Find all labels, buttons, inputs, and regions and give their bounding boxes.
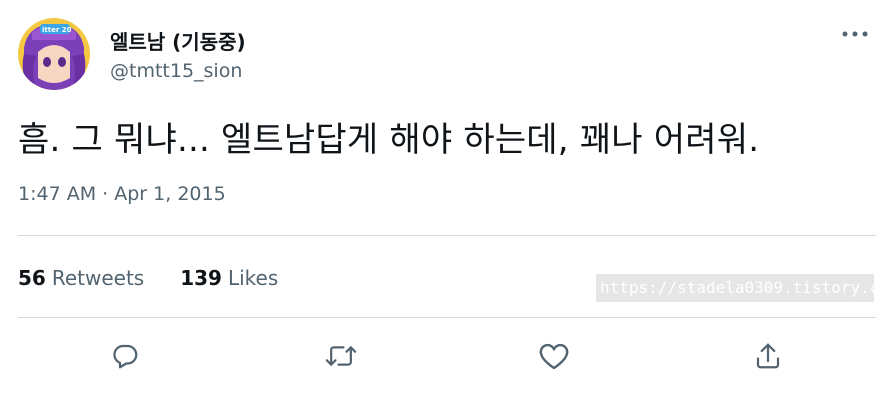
likes-stat[interactable]: 139 Likes xyxy=(180,266,278,290)
engagement-stats: 56 Retweets 139 Likes xyxy=(18,266,278,290)
tweet-date[interactable]: Apr 1, 2015 xyxy=(114,183,225,205)
like-icon xyxy=(539,343,569,370)
retweets-label: Retweets xyxy=(51,266,145,290)
avatar-image: itter 20 xyxy=(18,18,90,90)
share-icon xyxy=(756,343,780,369)
retweets-count: 56 xyxy=(18,266,46,290)
avatar-badge-text: itter 20 xyxy=(42,26,72,34)
avatar[interactable]: itter 20 xyxy=(18,18,90,90)
retweet-button[interactable] xyxy=(321,336,361,376)
likes-count: 139 xyxy=(180,266,222,290)
author-display-name[interactable]: 엘트남 (기동중) xyxy=(110,26,246,55)
retweets-stat[interactable]: 56 Retweets xyxy=(18,266,144,290)
divider-bottom xyxy=(18,317,876,318)
retweet-icon xyxy=(325,346,357,366)
reply-button[interactable] xyxy=(105,336,145,376)
tweet-meta: 1:47 AM · Apr 1, 2015 xyxy=(18,183,226,205)
tweet-time[interactable]: 1:47 AM xyxy=(18,183,96,205)
likes-label: Likes xyxy=(227,266,279,290)
like-button[interactable] xyxy=(534,336,574,376)
author-handle[interactable]: @tmtt15_sion xyxy=(110,60,242,82)
more-options-button[interactable] xyxy=(838,22,872,46)
tweet-text: 흠. 그 뭐냐... 엘트남답게 해야 하는데, 꽤나 어려워. xyxy=(18,120,760,160)
meta-separator: · xyxy=(102,183,109,205)
reply-icon xyxy=(113,344,138,369)
share-button[interactable] xyxy=(748,336,788,376)
more-horizontal-icon xyxy=(842,31,868,37)
divider-top xyxy=(18,235,876,236)
action-bar xyxy=(0,336,894,376)
watermark: https://stadela0309.tistory.com xyxy=(596,274,874,302)
